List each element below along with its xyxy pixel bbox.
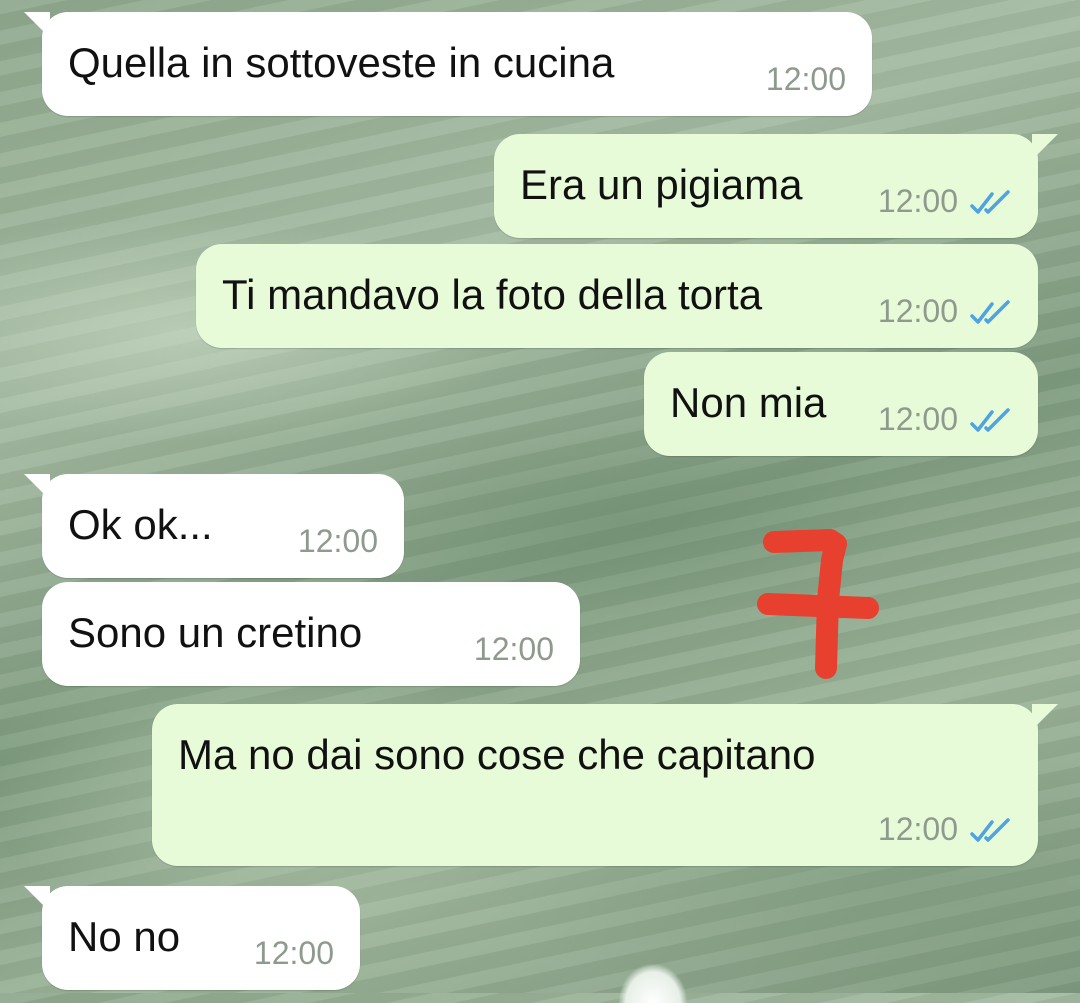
message-timestamp: 12:00 (877, 811, 958, 847)
message-timestamp: 12:00 (877, 183, 958, 219)
double-check-icon (970, 190, 1010, 214)
message-bubble-incoming[interactable]: Sono un cretino 12:00 (42, 582, 580, 686)
message-bubble-incoming[interactable]: Ok ok... 12:00 (24, 474, 404, 578)
message-bubble-incoming[interactable]: No no 12:00 (24, 886, 360, 990)
message-text: Ti mandavo la foto della torta (222, 271, 763, 318)
message-text: Ok ok... (68, 501, 213, 548)
message-timestamp: 12:00 (877, 293, 958, 329)
message-text: No no (68, 913, 181, 960)
message-text: Non mia (670, 379, 827, 426)
message-timestamp: 12:00 (253, 935, 334, 971)
double-check-icon (970, 818, 1010, 842)
message-text: Quella in sottoveste in cucina (68, 39, 615, 86)
message-bubble-outgoing[interactable]: Era un pigiama 12:00 (494, 134, 1058, 238)
red-handwritten-seven-annotation (757, 529, 879, 679)
message-text: Ma no dai sono cose che capitano (178, 731, 816, 778)
message-timestamp: 12:00 (297, 523, 378, 559)
message-bubble-outgoing[interactable]: Non mia 12:00 (644, 352, 1038, 456)
message-bubble-outgoing[interactable]: Ma no dai sono cose che capitano 12:00 (152, 704, 1058, 866)
background-highlight (618, 963, 688, 1003)
message-text: Sono un cretino (68, 609, 363, 656)
message-timestamp: 12:00 (765, 61, 846, 97)
double-check-icon (970, 300, 1010, 324)
message-bubble-incoming[interactable]: Quella in sottoveste in cucina 12:00 (24, 12, 872, 116)
message-timestamp: 12:00 (877, 401, 958, 437)
double-check-icon (970, 408, 1010, 432)
message-text: Era un pigiama (520, 161, 803, 208)
message-timestamp: 12:00 (473, 631, 554, 667)
message-bubble-outgoing[interactable]: Ti mandavo la foto della torta 12:00 (196, 244, 1038, 348)
